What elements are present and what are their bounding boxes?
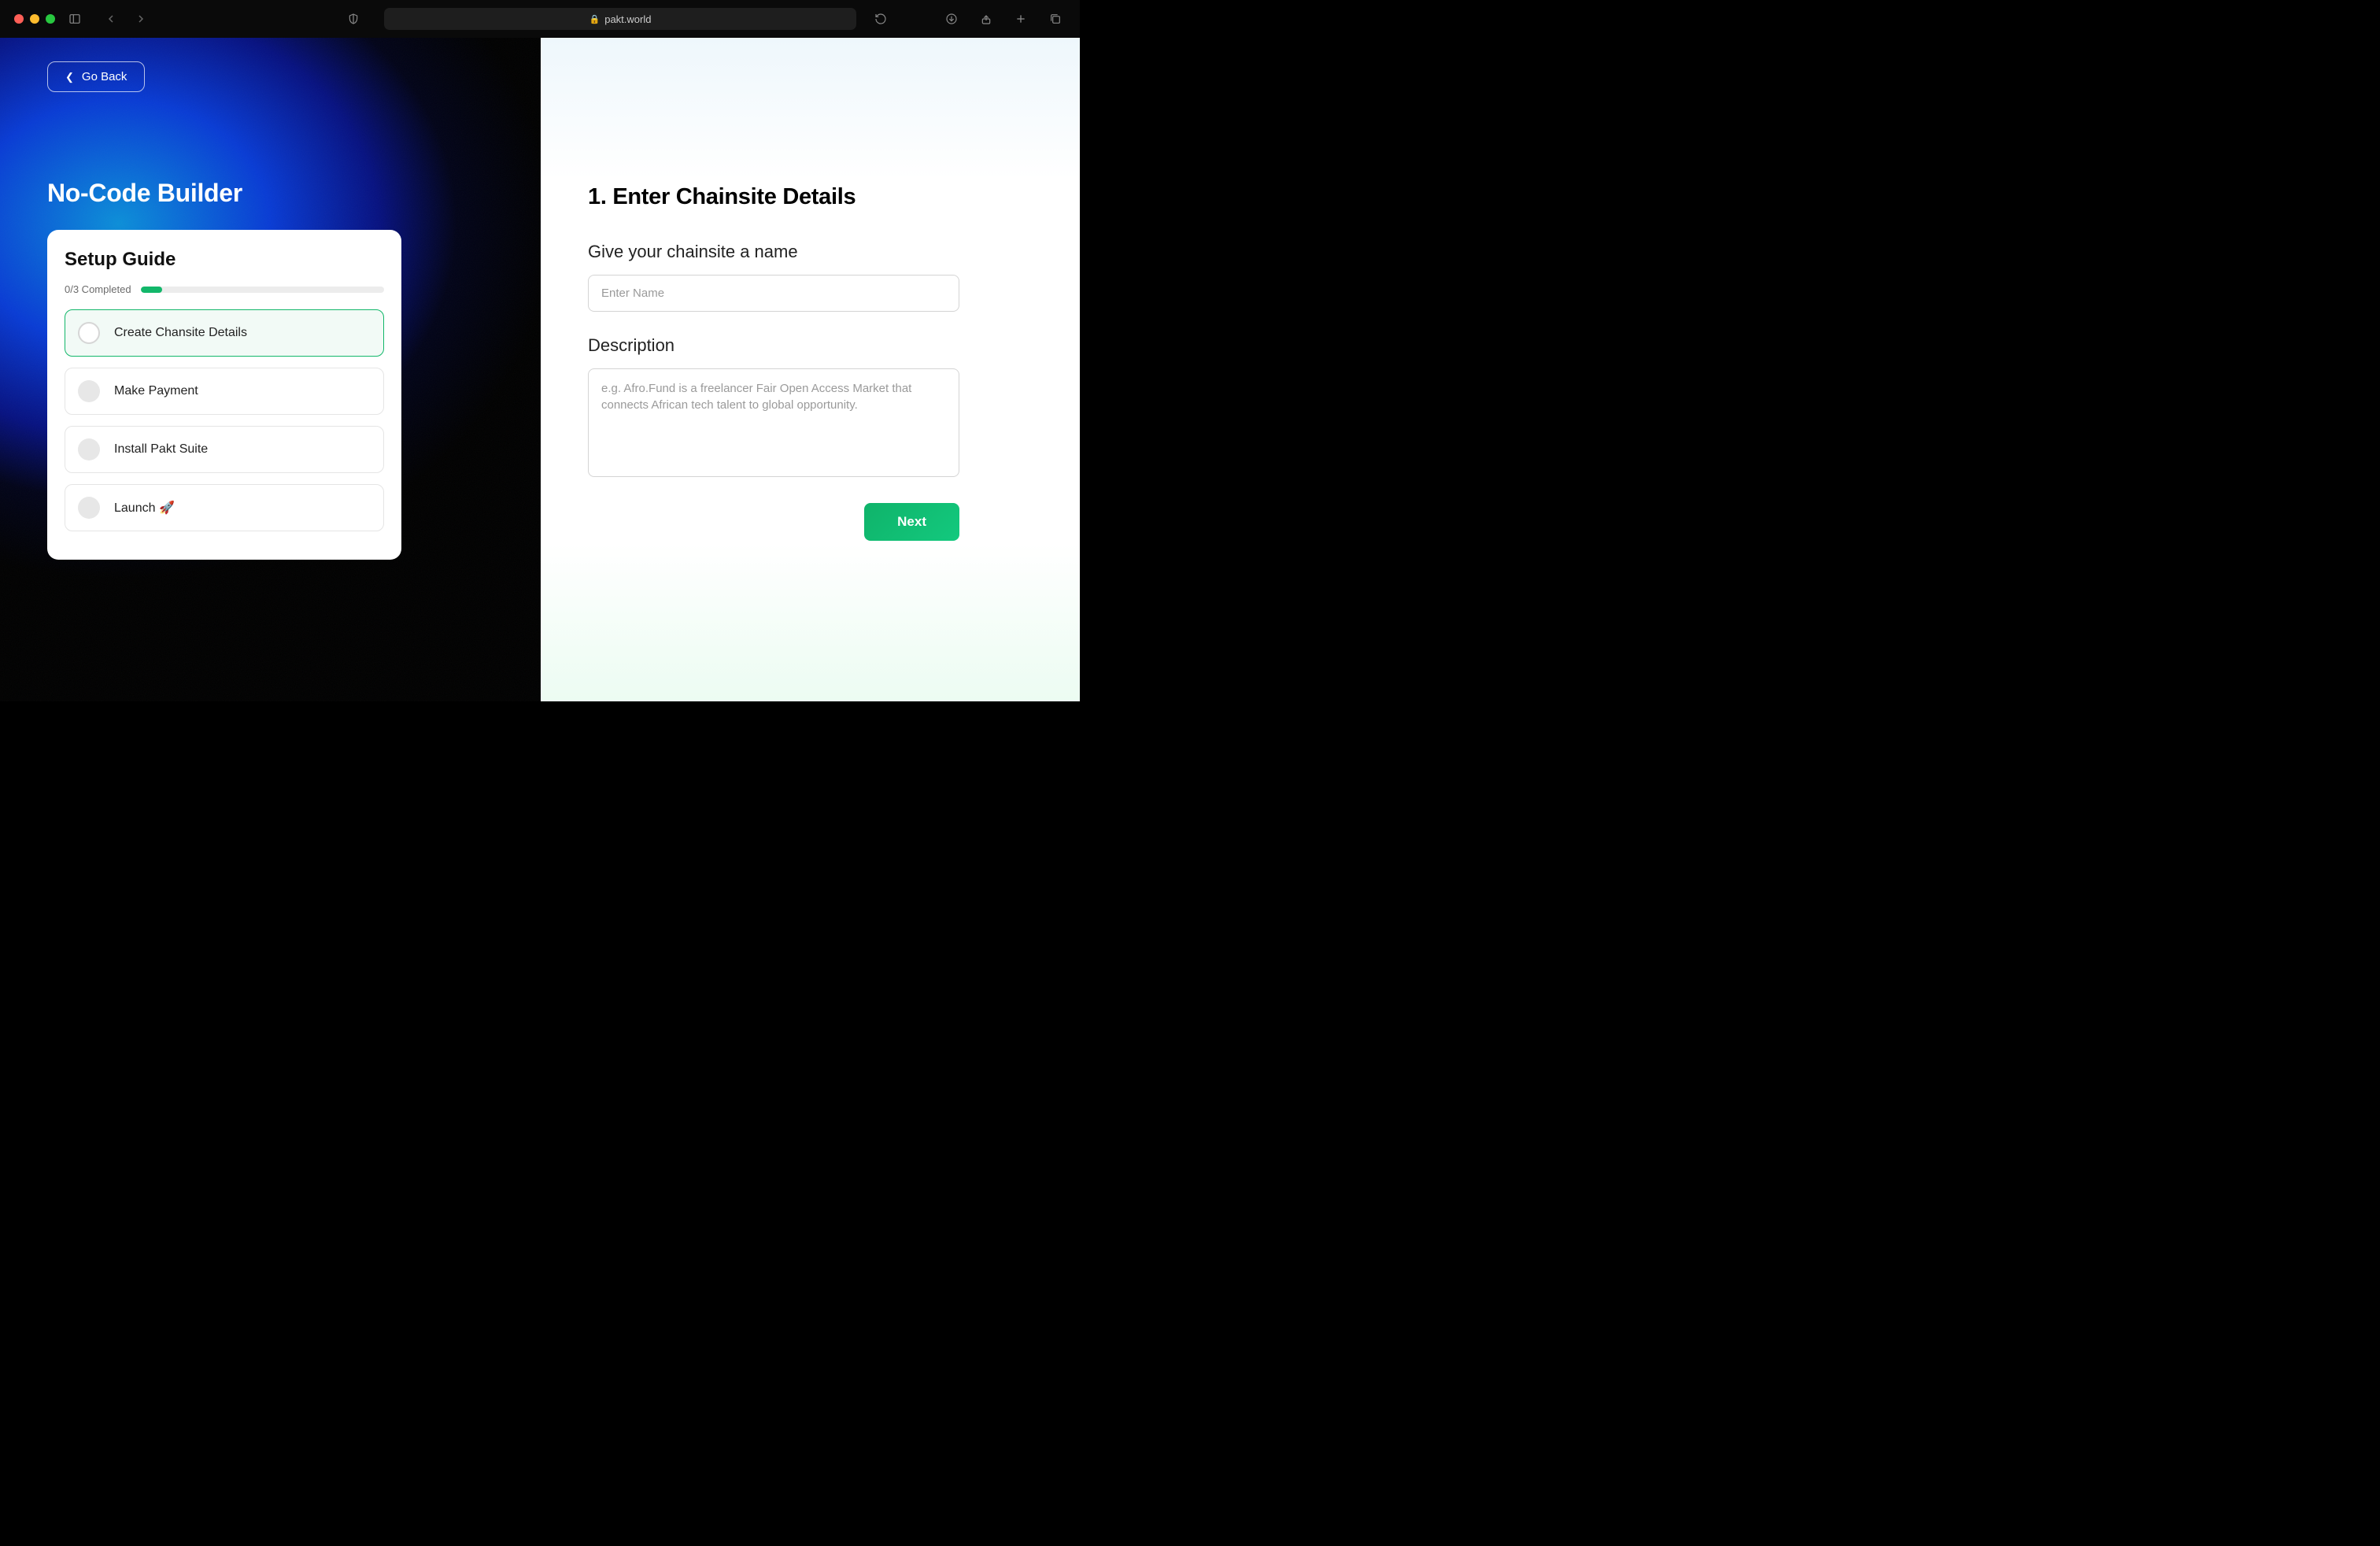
name-field-label: Give your chainsite a name [588,242,1033,262]
progress-bar [141,287,384,293]
step-status-icon [78,322,100,344]
setup-guide-card: Setup Guide 0/3 Completed Create Chansit… [47,230,401,560]
tabs-overview-icon[interactable] [1045,9,1066,29]
setup-guide-title: Setup Guide [65,249,384,271]
right-panel: 1. Enter Chainsite Details Give your cha… [541,38,1080,701]
lock-icon: 🔒 [589,14,601,24]
downloads-icon[interactable] [941,9,962,29]
nav-forward-icon[interactable] [131,9,151,29]
window-minimize-icon[interactable] [30,14,39,24]
step-label: Create Chansite Details [114,326,247,340]
progress-fill [141,287,163,293]
page-title: No-Code Builder [47,179,493,208]
step-launch[interactable]: Launch 🚀 [65,484,384,531]
go-back-button[interactable]: ❮ Go Back [47,61,145,92]
left-panel: ❮ Go Back No-Code Builder Setup Guide 0/… [0,38,541,701]
share-icon[interactable] [976,9,996,29]
step-status-icon [78,438,100,460]
url-bar[interactable]: 🔒 pakt.world [384,8,856,30]
go-back-label: Go Back [82,70,128,83]
new-tab-icon[interactable] [1011,9,1031,29]
chevron-left-icon: ❮ [65,71,74,83]
chainsite-description-input[interactable] [588,368,959,477]
progress-label: 0/3 Completed [65,283,131,295]
refresh-icon[interactable] [870,9,891,29]
sidebar-toggle-icon[interactable] [65,9,85,29]
traffic-lights [14,14,55,24]
progress-row: 0/3 Completed [65,283,384,295]
chrome-right-controls [941,9,1066,29]
step-create-details[interactable]: Create Chansite Details [65,309,384,357]
content: ❮ Go Back No-Code Builder Setup Guide 0/… [0,38,1080,701]
window-zoom-icon[interactable] [46,14,55,24]
next-button[interactable]: Next [864,503,959,541]
form-title: 1. Enter Chainsite Details [588,184,1033,210]
step-label: Launch 🚀 [114,500,175,516]
form-area: 1. Enter Chainsite Details Give your cha… [588,74,1033,541]
step-make-payment[interactable]: Make Payment [65,368,384,415]
url-text: pakt.world [604,13,651,25]
chainsite-name-input[interactable] [588,275,959,312]
step-label: Install Pakt Suite [114,442,208,457]
description-field-label: Description [588,335,1033,356]
privacy-shield-icon[interactable] [343,9,364,29]
window-close-icon[interactable] [14,14,24,24]
step-status-icon [78,497,100,519]
step-install-suite[interactable]: Install Pakt Suite [65,426,384,473]
nav-arrows [101,9,151,29]
step-label: Make Payment [114,384,198,398]
form-actions: Next [588,503,959,541]
nav-back-icon[interactable] [101,9,121,29]
step-status-icon [78,380,100,402]
browser-chrome: 🔒 pakt.world [0,0,1080,38]
